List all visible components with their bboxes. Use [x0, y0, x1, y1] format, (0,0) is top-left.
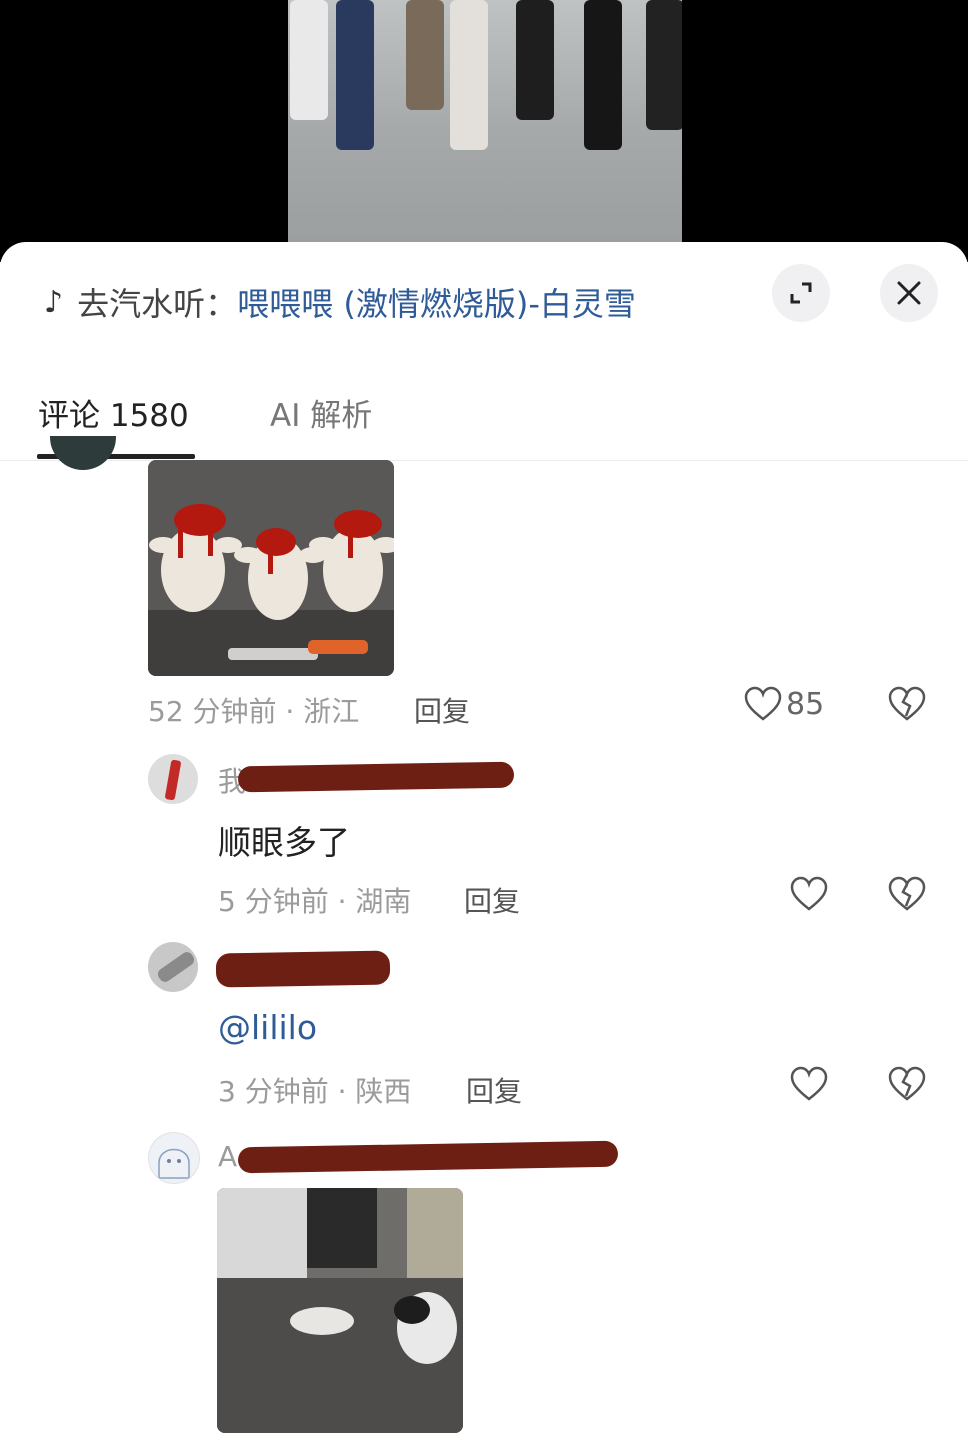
heart-icon — [790, 1066, 828, 1101]
like-button[interactable] — [790, 876, 828, 912]
tab-bar: 评论 1580 AI 解析 — [0, 386, 968, 461]
expand-icon — [790, 282, 812, 304]
comment-image-content — [148, 460, 394, 676]
person-figure — [584, 0, 622, 150]
close-button[interactable] — [880, 264, 938, 322]
dislike-button[interactable] — [888, 1066, 926, 1106]
reply-button[interactable]: 回复 — [466, 1070, 522, 1110]
reply-button[interactable]: 回复 — [464, 880, 520, 920]
person-figure — [406, 0, 444, 110]
avatar[interactable] — [148, 942, 198, 992]
person-figure — [450, 0, 488, 150]
username-redaction — [237, 761, 515, 793]
comment-image-content — [217, 1188, 463, 1433]
tab-comments[interactable]: 评论 1580 — [38, 390, 189, 435]
avatar[interactable] — [148, 754, 198, 804]
music-link[interactable]: ♪ 去汽水听： 喂喂喂 (激情燃烧版)-白灵雪 — [44, 278, 636, 326]
comment-image[interactable] — [217, 1188, 463, 1433]
song-title[interactable]: 喂喂喂 (激情燃烧版)-白灵雪 — [237, 279, 636, 325]
username-stub: A — [218, 1140, 238, 1173]
person-figure — [290, 0, 328, 120]
music-prefix: 去汽水听： — [77, 285, 238, 323]
like-count: 85 — [786, 686, 825, 722]
comment-image[interactable] — [148, 460, 394, 676]
comment-text: 顺眼多了 — [218, 823, 350, 862]
dislike-button[interactable] — [888, 686, 926, 726]
person-figure — [516, 0, 554, 120]
comment-meta: 52 分钟前 · 浙江 — [148, 695, 360, 728]
mention-link[interactable]: @lililo — [218, 1008, 317, 1047]
broken-heart-icon — [888, 876, 926, 911]
person-figure — [336, 0, 374, 150]
anime-avatar-icon — [158, 1148, 190, 1179]
comment-meta: 3 分钟前 · 陕西 — [218, 1075, 412, 1108]
tab-ai-analysis[interactable]: AI 解析 — [270, 390, 372, 435]
broken-heart-icon — [888, 686, 926, 721]
reply-button[interactable]: 回复 — [414, 690, 470, 730]
music-note-icon: ♪ — [44, 284, 64, 320]
expand-button[interactable] — [772, 264, 830, 322]
username-redaction — [215, 950, 391, 988]
video-frame — [288, 0, 682, 262]
close-icon — [897, 281, 921, 305]
heart-icon — [744, 686, 782, 721]
like-button[interactable]: 85 — [744, 686, 824, 722]
person-figure — [646, 0, 682, 130]
avatar[interactable] — [148, 1132, 200, 1184]
dislike-button[interactable] — [888, 876, 926, 916]
heart-icon — [790, 876, 828, 911]
video-background — [0, 0, 968, 262]
comment-meta: 5 分钟前 · 湖南 — [218, 885, 412, 918]
broken-heart-icon — [888, 1066, 926, 1101]
like-button[interactable] — [790, 1066, 828, 1102]
